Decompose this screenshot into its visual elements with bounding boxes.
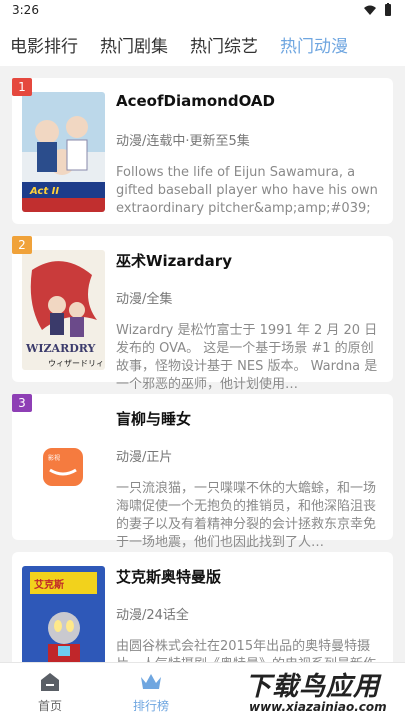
- svg-text:ウィザードリィ: ウィザードリィ: [48, 359, 104, 368]
- item-title: 盲柳与睡女: [116, 410, 192, 428]
- list-item[interactable]: 艾克斯 艾克斯奥特曼版 动漫/24话全 由圆谷株式会社在2015年出品的奥特曼特…: [12, 552, 393, 662]
- tab-movie-ranking[interactable]: 电影排行: [10, 32, 78, 57]
- item-title: 巫术Wizardary: [116, 252, 232, 270]
- item-meta: 动漫/全集: [116, 292, 173, 307]
- watermark: 下载鸟应用 www.xiazainiao.com: [241, 664, 399, 718]
- svg-text:艾克斯: 艾克斯: [34, 578, 64, 591]
- item-title: 艾克斯奥特曼版: [116, 568, 222, 586]
- nav-home-label: 首页: [37, 699, 62, 713]
- poster-image: 艾克斯: [22, 566, 105, 662]
- battery-icon: [385, 3, 391, 16]
- rank-badge: 3: [12, 394, 32, 412]
- item-meta: 动漫/24话全: [116, 608, 189, 623]
- status-time: 3:26: [12, 3, 39, 17]
- poster-image: 影视: [22, 408, 105, 528]
- status-bar: 3:26: [0, 0, 405, 22]
- watermark-logo: 下载鸟应用: [245, 672, 381, 702]
- item-description: Wizardry 是松竹富士于 1991 年 2 月 20 日发布的 OVA。 …: [116, 323, 378, 392]
- tab-hot-anime[interactable]: 热门动漫: [280, 32, 348, 57]
- svg-text:WIZARDRY: WIZARDRY: [25, 342, 96, 355]
- nav-ranking-label: 排行榜: [132, 699, 169, 713]
- item-description: Follows the life of Eijun Sawamura, a gi…: [116, 165, 378, 216]
- svg-text:Act II: Act II: [29, 186, 59, 197]
- svg-text:影视: 影视: [48, 454, 60, 462]
- wifi-icon: [364, 5, 376, 15]
- list-item[interactable]: Act II 1 AceofDiamondOAD 动漫/连载中·更新至5集 Fo…: [12, 78, 393, 224]
- item-description: 一只流浪猫，一只喋喋不休的大蟾蜍，和一场海啸促使一个无抱负的推销员，和他深陷沮丧…: [116, 481, 377, 550]
- tab-hot-series[interactable]: 热门剧集: [100, 32, 168, 57]
- poster-image: WIZARDRY ウィザードリィ: [22, 250, 105, 370]
- item-description: 由圆谷株式会社在2015年出品的奥特曼特摄片。人气特摄剧《奥特曼》的电视系列最新…: [116, 639, 376, 662]
- nav-ranking[interactable]: 排行榜: [121, 671, 181, 714]
- item-meta: 动漫/正片: [116, 450, 173, 465]
- watermark-url: www.xiazainiao.com: [249, 700, 387, 714]
- category-tabs: 电影排行 热门剧集 热门综艺 热门动漫: [0, 22, 405, 66]
- nav-home[interactable]: 首页: [20, 671, 80, 714]
- list-item[interactable]: 影视 3 盲柳与睡女 动漫/正片 一只流浪猫，一只喋喋不休的大蟾蜍，和一场海啸促…: [12, 394, 393, 550]
- status-icons: [363, 3, 395, 17]
- rank-badge: 1: [12, 78, 32, 96]
- poster-image: Act II: [22, 92, 105, 212]
- list-item[interactable]: WIZARDRY ウィザードリィ 2 巫术Wizardary 动漫/全集 Wiz…: [12, 236, 393, 392]
- ranking-list: Act II 1 AceofDiamondOAD 动漫/连载中·更新至5集 Fo…: [0, 66, 405, 662]
- home-icon: [41, 673, 59, 691]
- tab-hot-variety[interactable]: 热门综艺: [190, 32, 258, 57]
- item-title: AceofDiamondOAD: [116, 92, 275, 110]
- item-meta: 动漫/连载中·更新至5集: [116, 134, 250, 149]
- crown-icon: [141, 674, 161, 689]
- rank-badge: 2: [12, 236, 32, 254]
